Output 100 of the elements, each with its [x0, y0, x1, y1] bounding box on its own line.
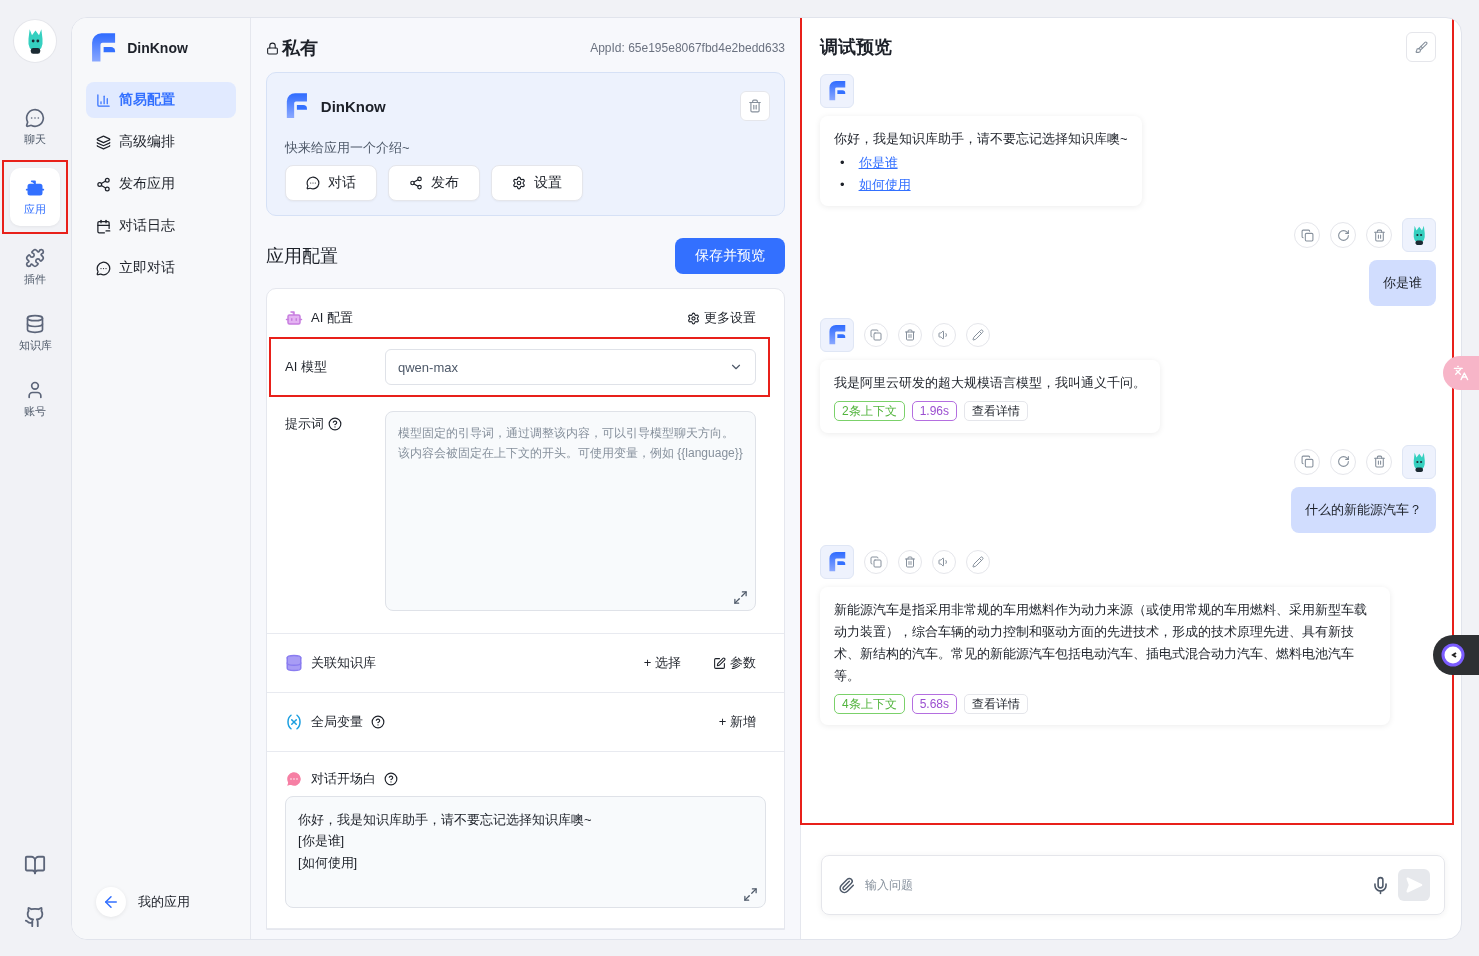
- add-link[interactable]: + 新增: [718, 713, 756, 731]
- user-message: 什么的新能源汽车？: [1291, 486, 1436, 533]
- details-button[interactable]: 查看详情: [964, 694, 1029, 715]
- chat-bubble-icon: [96, 260, 111, 276]
- more-settings-link[interactable]: 更多设置: [687, 309, 756, 327]
- help-icon: [384, 772, 398, 786]
- user-message: 你是谁: [1369, 260, 1436, 307]
- sidebar-item[interactable]: 发布应用: [86, 166, 236, 202]
- delete-button[interactable]: [740, 91, 770, 121]
- bot-message-text: 你好，我是知识库助手，请不要忘记选择知识库噢~: [834, 130, 1128, 148]
- share-icon: [409, 176, 423, 190]
- chat-bubble-icon: [285, 770, 303, 788]
- delete-button[interactable]: [898, 323, 922, 348]
- delete-button[interactable]: [1366, 222, 1392, 249]
- edit-button[interactable]: [966, 549, 990, 574]
- expand-icon[interactable]: [733, 590, 748, 605]
- nav-item[interactable]: 应用: [10, 168, 60, 226]
- database-icon: [25, 313, 45, 334]
- trash-icon: [1372, 228, 1386, 242]
- user-avatar[interactable]: [14, 20, 56, 62]
- time-tag: 5.68s: [911, 694, 958, 715]
- database-icon: [285, 654, 303, 672]
- delete-button[interactable]: [1366, 448, 1392, 475]
- suggestion-link[interactable]: 如何使用: [858, 174, 911, 197]
- trash-icon: [904, 555, 916, 568]
- speaker-icon: [938, 555, 950, 568]
- variable-icon: [285, 713, 303, 731]
- sidebar-item[interactable]: 简易配置: [86, 82, 236, 118]
- time-tag: 1.96s: [911, 401, 958, 422]
- bullet-marker: •: [840, 154, 845, 173]
- action-button[interactable]: 发布: [388, 165, 480, 201]
- chart-icon: [96, 92, 111, 108]
- clear-button[interactable]: [1406, 32, 1436, 62]
- speaker-icon: [938, 329, 950, 342]
- logo-icon: [827, 80, 847, 102]
- attach-icon[interactable]: [838, 876, 855, 894]
- details-button[interactable]: 查看详情: [964, 401, 1029, 422]
- settings-icon: [512, 176, 526, 190]
- action-button[interactable]: 对话: [285, 165, 377, 201]
- speaker-button[interactable]: [932, 549, 956, 574]
- sidebar-item[interactable]: 立即对话: [86, 250, 236, 286]
- copy-button[interactable]: [1294, 222, 1320, 249]
- sidebar-item[interactable]: 对话日志: [86, 208, 236, 244]
- save-preview-button[interactable]: 保存并预览: [675, 238, 785, 274]
- github-icon[interactable]: [24, 906, 46, 928]
- nav-item[interactable]: 账号: [10, 370, 60, 428]
- assistant-button[interactable]: [1433, 635, 1479, 675]
- assistant-icon: [1441, 643, 1465, 667]
- trash-icon: [1372, 455, 1386, 469]
- sidebar-item[interactable]: 高级编排: [86, 124, 236, 160]
- settings-icon: [687, 311, 700, 325]
- back-button[interactable]: [96, 887, 126, 917]
- model-select[interactable]: qwen-max: [385, 349, 756, 385]
- copy-icon: [870, 329, 882, 342]
- app-name: DinKnow: [320, 97, 386, 115]
- chat-bubble-icon: [306, 176, 320, 190]
- copy-button[interactable]: [1294, 448, 1320, 475]
- context-tag: 2条上下文: [834, 401, 905, 422]
- copy-icon: [1300, 228, 1314, 242]
- translate-button[interactable]: [1443, 356, 1479, 390]
- bullet-marker: •: [840, 176, 845, 195]
- field-label: AI 模型: [285, 358, 328, 376]
- select-link[interactable]: + 选择: [643, 654, 681, 672]
- field-label: 提示词: [285, 415, 324, 433]
- share-icon: [96, 176, 111, 192]
- bot-message-text: 新能源汽车是指采用非常规的车用燃料作为动力来源（或使用常规的车用燃料、采用新型车载动力装置），综合车辆的动力控制和驱动方面的先进技术，形成的技术原理先进、具有新技术、新结构的汽车。常见的新能源汽车包括电动汽车、插电式混合动力汽车、燃料电池汽车等。: [834, 600, 1368, 685]
- question-field[interactable]: 输入问题: [863, 877, 1363, 893]
- action-button[interactable]: 设置: [491, 165, 583, 201]
- brush-icon: [1414, 40, 1428, 54]
- expand-icon[interactable]: [743, 887, 758, 902]
- speaker-button[interactable]: [932, 323, 956, 348]
- edit-button[interactable]: [966, 323, 990, 348]
- opening-title: 对话开场白: [311, 770, 376, 788]
- refresh-icon: [1336, 228, 1350, 242]
- delete-button[interactable]: [898, 549, 922, 574]
- lock-icon: [266, 41, 279, 55]
- copy-button[interactable]: [864, 323, 888, 348]
- logo-icon: [827, 324, 847, 347]
- context-tag: 4条上下文: [834, 694, 905, 715]
- nav-item[interactable]: 插件: [10, 238, 60, 296]
- copy-button[interactable]: [864, 549, 888, 574]
- robot-icon: [285, 309, 303, 327]
- refresh-icon: [1336, 455, 1350, 469]
- nav-item[interactable]: 聊天: [10, 98, 60, 156]
- retry-button[interactable]: [1330, 448, 1356, 475]
- send-icon: [1405, 876, 1423, 894]
- retry-button[interactable]: [1330, 222, 1356, 249]
- ai-config-title: AI 配置: [311, 309, 353, 327]
- section-title: 应用配置: [266, 245, 338, 268]
- nav-item[interactable]: 知识库: [10, 304, 60, 362]
- prompt-field[interactable]: 模型固定的引导词，通过调整该内容，可以引导模型聊天方向。该内容会被固定在上下文的开头。可使用变量，例如 {{language}}: [385, 411, 756, 611]
- opening-field[interactable]: 你好，我是知识库助手，请不要忘记选择知识库噢~ [你是谁] [如何使用]: [285, 796, 766, 908]
- microphone-icon[interactable]: [1371, 875, 1390, 895]
- suggestion-link[interactable]: 你是谁: [858, 152, 898, 175]
- calendar-icon: [96, 218, 111, 234]
- bot-message-text: 我是阿里云研发的超大规模语言模型，我叫通义千问。: [834, 374, 1146, 393]
- book-icon[interactable]: [24, 854, 46, 876]
- copy-icon: [1300, 455, 1314, 469]
- params-link[interactable]: 参数: [713, 654, 756, 672]
- help-icon: [328, 417, 342, 431]
